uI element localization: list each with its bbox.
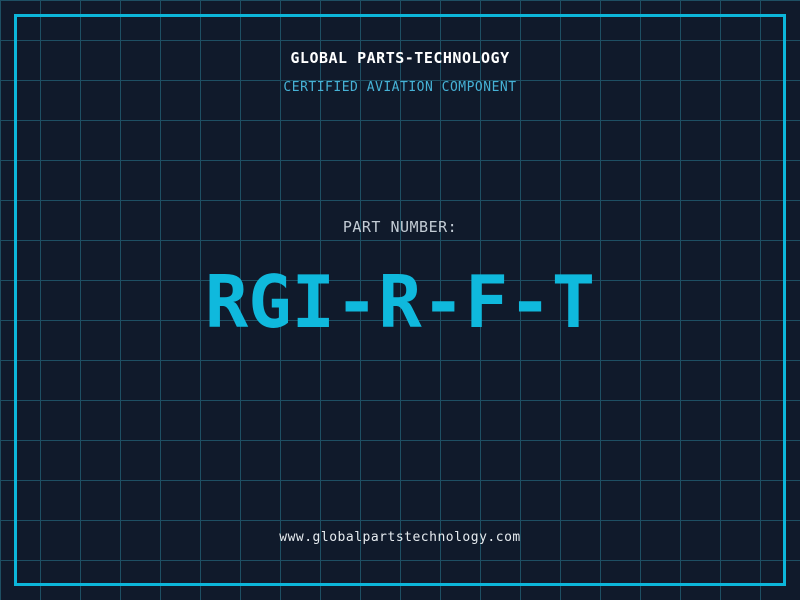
company-name: GLOBAL PARTS-TECHNOLOGY — [290, 49, 510, 67]
part-label-card: GLOBAL PARTS-TECHNOLOGY CERTIFIED AVIATI… — [0, 0, 800, 600]
certification-subtitle: CERTIFIED AVIATION COMPONENT — [283, 80, 517, 95]
part-number-value: RGI-R-F-T — [204, 260, 596, 344]
website-url: www.globalpartstechnology.com — [279, 530, 521, 545]
part-number-label: PART NUMBER: — [342, 218, 458, 236]
